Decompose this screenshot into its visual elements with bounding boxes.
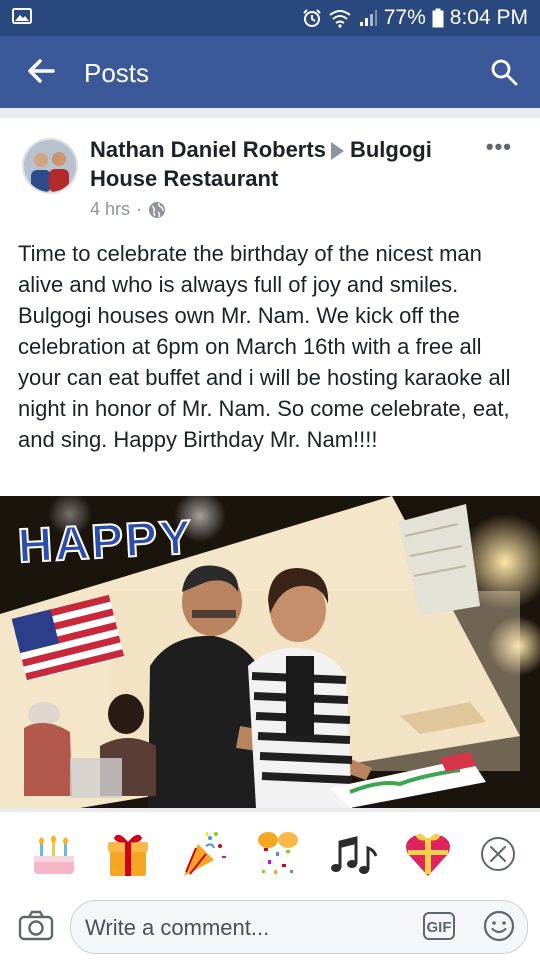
emoji-icon[interactable] [483, 910, 515, 942]
wifi-icon [329, 10, 351, 28]
post-body: Time to celebrate the birthday of the ni… [18, 241, 511, 452]
shared-to-arrow-icon [330, 142, 344, 161]
meta-separator: · [136, 199, 143, 219]
alarm-icon [303, 9, 321, 27]
more-options-icon[interactable]: ••• [486, 136, 512, 158]
battery-percent: 77% [383, 6, 426, 29]
search-icon[interactable] [490, 58, 518, 86]
post-photo[interactable]: HAPPY [0, 496, 540, 808]
close-icon[interactable] [478, 834, 518, 874]
avatar[interactable] [22, 138, 78, 194]
reaction-sticker-bar [0, 812, 540, 898]
globe-icon [149, 201, 166, 218]
comment-composer: Write a comment... GIF [0, 898, 540, 960]
post-header: Nathan Daniel Roberts Bulgogi House Resta… [90, 135, 480, 193]
back-arrow-icon[interactable] [26, 56, 56, 86]
heart-gift-icon[interactable] [400, 826, 456, 882]
signal-icon [359, 10, 377, 26]
cake-icon[interactable] [26, 826, 82, 882]
battery-icon [432, 8, 444, 28]
post-card: Nathan Daniel Roberts Bulgogi House Resta… [0, 118, 540, 808]
author-name[interactable]: Nathan Daniel Roberts [90, 137, 326, 162]
gallery-icon [12, 8, 32, 24]
post-meta: 4 hrs · [90, 199, 166, 220]
party-popper-icon[interactable] [176, 826, 232, 882]
gift-icon[interactable] [100, 826, 156, 882]
music-notes-icon[interactable] [326, 826, 382, 882]
photo-overlay-text: HAPPY [17, 511, 195, 573]
comment-input[interactable]: Write a comment... GIF [70, 900, 528, 954]
comment-placeholder: Write a comment... [85, 915, 270, 940]
camera-icon[interactable] [18, 910, 54, 942]
post-timestamp[interactable]: 4 hrs [90, 199, 130, 220]
clock: 8:04 PM [449, 6, 528, 29]
app-bar: Posts [0, 36, 540, 108]
page-title: Posts [84, 58, 150, 88]
status-bar: 77% 8:04 PM [0, 0, 540, 36]
confetti-icon[interactable] [250, 826, 306, 882]
gif-button[interactable]: GIF [423, 912, 455, 940]
